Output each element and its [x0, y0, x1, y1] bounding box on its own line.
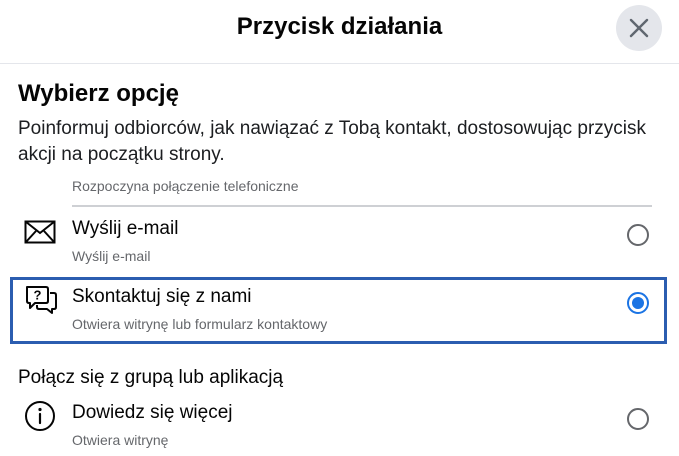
radio-send-email[interactable] [627, 224, 649, 246]
section-title: Wybierz opcję [18, 80, 179, 107]
svg-text:?: ? [34, 288, 42, 303]
option-label: Wyślij e-mail [72, 218, 179, 239]
option-label: Skontaktuj się z nami [72, 286, 252, 307]
dialog-header: Przycisk działania [0, 0, 679, 64]
option-contact-us[interactable]: ? Skontaktuj się z nami Otwiera witrynę … [10, 277, 667, 344]
radio-learn-more[interactable] [627, 408, 649, 430]
option-learn-more[interactable]: Dowiedz się więcej Otwiera witrynę [10, 393, 667, 456]
close-icon [628, 17, 650, 39]
close-button[interactable] [616, 5, 662, 51]
option-send-email[interactable]: Wyślij e-mail Wyślij e-mail [10, 210, 667, 274]
section-description: Poinformuj odbiorców, jak nawiązać z Tob… [18, 118, 647, 165]
envelope-icon [23, 215, 57, 249]
radio-contact-us[interactable] [627, 292, 649, 314]
option-label: Dowiedz się więcej [72, 402, 233, 423]
speech-bubble-question-icon: ? [24, 283, 58, 317]
group-title: Połącz się z grupą lub aplikacją [18, 367, 284, 388]
call-option-subtitle: Rozpoczyna połączenie telefoniczne [72, 178, 299, 194]
info-circle-icon [23, 399, 57, 433]
divider [72, 205, 652, 207]
option-subtitle: Wyślij e-mail [72, 248, 151, 264]
option-subtitle: Otwiera witrynę lub formularz kontaktowy [72, 316, 328, 332]
dialog-title: Przycisk działania [236, 13, 443, 40]
option-subtitle: Otwiera witrynę [72, 432, 169, 448]
action-button-dialog: Przycisk działania Wybierz opcję Poinfor… [0, 0, 679, 456]
